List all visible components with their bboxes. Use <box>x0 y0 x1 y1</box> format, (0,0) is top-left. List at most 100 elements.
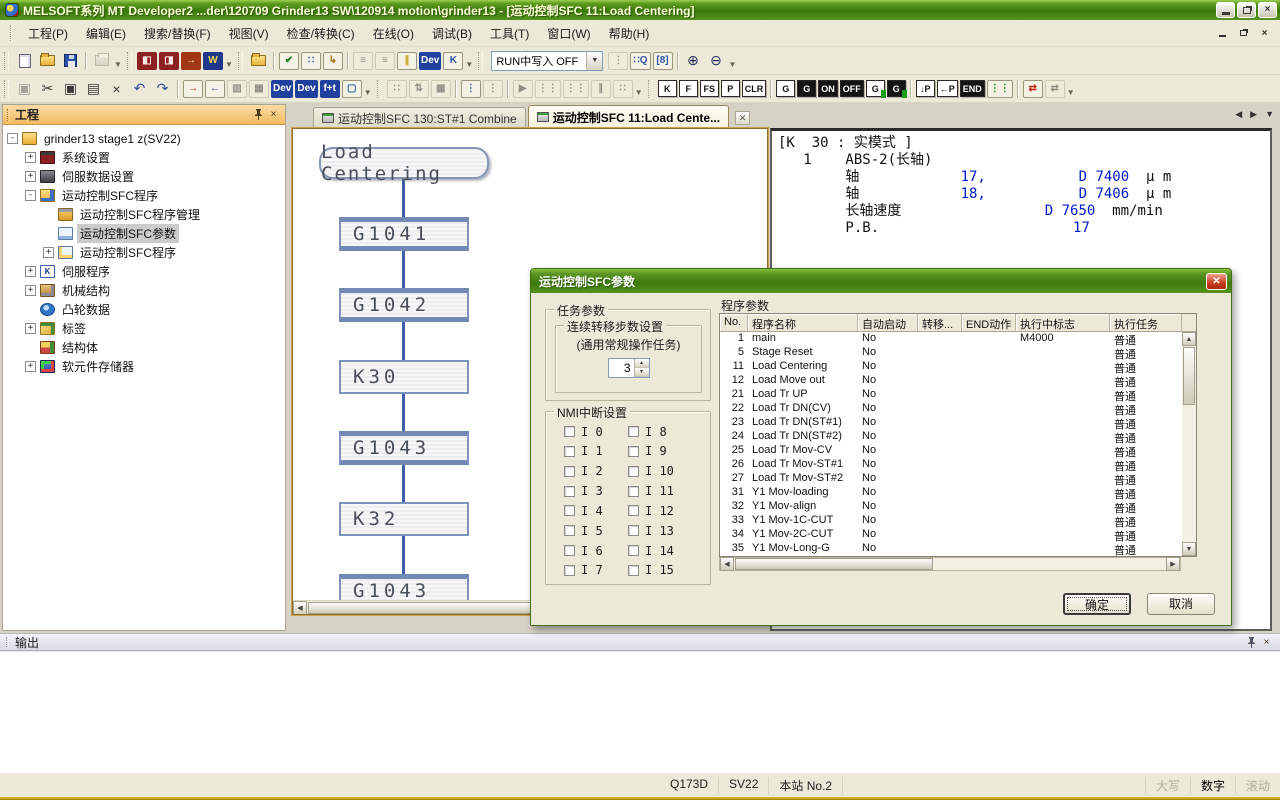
nmi-checkbox-I4[interactable]: I 4 <box>564 503 628 518</box>
sfc-node-g1042[interactable]: G1042 <box>339 288 469 322</box>
device-test-button[interactable]: f+t <box>320 80 340 98</box>
insert-row-button[interactable]: ∥ <box>397 52 417 70</box>
close-button[interactable]: × <box>1258 2 1277 18</box>
toolbar-overflow-icon[interactable]: ▼ <box>224 51 234 71</box>
checkbox-icon[interactable] <box>628 505 639 516</box>
checkbox-icon[interactable] <box>564 545 575 556</box>
checkbox-icon[interactable] <box>628 525 639 536</box>
toolbar-overflow-icon[interactable]: ▼ <box>1066 79 1076 99</box>
tree-expander-icon[interactable]: + <box>25 285 36 296</box>
p-pointer-button[interactable]: P <box>721 80 740 97</box>
table-row[interactable]: 1mainNoM4000普通 <box>720 332 1196 346</box>
nmi-checkbox-I3[interactable]: I 3 <box>564 484 628 499</box>
nmi-checkbox-I10[interactable]: I 10 <box>628 464 692 479</box>
tab-close-icon[interactable]: ✕ <box>735 111 750 125</box>
verify-button[interactable]: ▥ <box>227 80 247 98</box>
clr-button[interactable]: CLR <box>742 80 767 97</box>
device-sort-button[interactable]: K <box>443 52 463 70</box>
sfc-monitor-button[interactable]: ∷ <box>387 80 407 98</box>
copy-button[interactable]: ▣ <box>59 78 82 100</box>
menu-find-replace[interactable]: 搜索/替换(F) <box>135 21 220 46</box>
nmi-checkbox-I15[interactable]: I 15 <box>628 563 692 578</box>
tree-expander-icon[interactable]: + <box>25 266 36 277</box>
checkbox-icon[interactable] <box>564 505 575 516</box>
device-comment-button[interactable]: Dev <box>419 52 441 70</box>
cancel-button[interactable]: 取消 <box>1147 593 1215 615</box>
tab-scroll-left-icon[interactable]: ◀ <box>1235 109 1242 120</box>
column-header-1[interactable]: 程序名称 <box>748 314 858 331</box>
g-shift-button[interactable]: G <box>866 80 885 97</box>
nmi-checkbox-I0[interactable]: I 0 <box>564 424 628 439</box>
table-row[interactable]: 21Load Tr UPNo普通 <box>720 388 1196 402</box>
scroll-down-icon[interactable]: ▼ <box>1182 542 1196 556</box>
step-insert-button[interactable]: ⋮ <box>461 80 481 98</box>
g-transition-button[interactable]: G <box>776 80 795 97</box>
checkbox-icon[interactable] <box>564 446 575 457</box>
step-delete-button[interactable]: ⋮ <box>483 80 503 98</box>
menu-window[interactable]: 窗口(W) <box>538 21 599 46</box>
table-row[interactable]: 33Y1 Mov-1C-CUTNo普通 <box>720 514 1196 528</box>
menu-edit[interactable]: 编辑(E) <box>77 21 135 46</box>
tab-sfc-130[interactable]: 运动控制SFC 130:ST#1 Combine <box>313 107 526 128</box>
tree-expander-icon[interactable]: + <box>25 323 36 334</box>
nmi-checkbox-I6[interactable]: I 6 <box>564 543 628 558</box>
k-program-button[interactable]: K <box>658 80 677 97</box>
table-row[interactable]: 5Stage ResetNo普通 <box>720 346 1196 360</box>
checkbox-icon[interactable] <box>628 565 639 576</box>
sfc-node-g1043[interactable]: G1043 <box>339 574 469 600</box>
sfc-node-g1043[interactable]: G1043 <box>339 431 469 465</box>
write-to-cpu-button[interactable]: → <box>181 52 201 70</box>
export-button[interactable]: ↳ <box>323 52 343 70</box>
panel-close-icon[interactable]: × <box>266 108 281 122</box>
table-row[interactable]: 22Load Tr DN(CV)No普通 <box>720 402 1196 416</box>
table-row[interactable]: 24Load Tr DN(ST#2)No普通 <box>720 430 1196 444</box>
paste-button[interactable]: ▤ <box>82 78 105 100</box>
menu-help[interactable]: 帮助(H) <box>600 21 659 46</box>
zoom-in-button[interactable]: ⊕ <box>682 50 705 72</box>
sfc-node-k32[interactable]: K32 <box>339 502 469 536</box>
checkbox-icon[interactable] <box>628 486 639 497</box>
save-project-button[interactable] <box>59 50 82 72</box>
convert-run-button[interactable]: ▶ <box>513 80 533 98</box>
mdi-close-button[interactable]: × <box>1257 27 1272 40</box>
column-header-0[interactable]: No. <box>720 314 748 331</box>
align-branches-button[interactable]: ≡ <box>375 52 395 70</box>
scroll-thumb[interactable] <box>735 558 933 570</box>
monitor-mode-button[interactable]: ◧ <box>137 52 157 70</box>
tree-item-servo-program[interactable]: +K伺服程序 <box>5 262 283 281</box>
fs-control-button[interactable]: FS <box>700 80 719 97</box>
menu-view[interactable]: 视图(V) <box>220 21 278 46</box>
scroll-left-icon[interactable]: ◀ <box>720 557 734 571</box>
tree-expander-icon[interactable]: + <box>25 152 36 163</box>
on-button[interactable]: ON <box>818 80 838 97</box>
g-transition-inv-button[interactable]: G <box>797 80 816 97</box>
g-shift-inv-button[interactable]: G <box>887 80 906 97</box>
tree-item-sfc-program-folder[interactable]: -运动控制SFC程序 <box>5 186 283 205</box>
spinner-down-icon[interactable]: ▼ <box>635 368 649 377</box>
table-row[interactable]: 11Load CenteringNo普通 <box>720 360 1196 374</box>
sfc-node-g1041[interactable]: G1041 <box>339 217 469 251</box>
tree-item-root[interactable]: -grinder13 stage1 z(SV22) <box>5 129 283 148</box>
table-row[interactable]: 12Load Move outNo普通 <box>720 374 1196 388</box>
align-steps-button[interactable]: ≡ <box>353 52 373 70</box>
shift-back-button[interactable]: ⇄ <box>1045 80 1065 98</box>
tab-sfc-11[interactable]: 运动控制SFC 11:Load Cente... <box>528 105 729 128</box>
device-search-button[interactable]: ∷Q <box>630 52 650 70</box>
redo-button[interactable]: ↷ <box>151 78 174 100</box>
toolbar-overflow-icon[interactable]: ▼ <box>363 79 373 99</box>
select-mode-button[interactable]: ▣ <box>13 78 36 100</box>
device-search-monitor-button[interactable]: Dev <box>295 80 317 98</box>
relay-assignment-button[interactable]: ∷ <box>301 52 321 70</box>
spinner-up-icon[interactable]: ▲ <box>635 359 649 368</box>
toolbar-grip[interactable] <box>478 52 483 70</box>
panel-close-icon[interactable]: × <box>1259 635 1274 649</box>
table-row[interactable]: 34Y1 Mov-2C-CUTNo普通 <box>720 528 1196 542</box>
menu-online[interactable]: 在线(O) <box>364 21 423 46</box>
tree-item-structure[interactable]: 结构体 <box>5 338 283 357</box>
column-header-3[interactable]: 转移... <box>918 314 962 331</box>
mdi-minimize-button[interactable] <box>1215 27 1230 40</box>
tree-item-system-settings[interactable]: +系统设置 <box>5 148 283 167</box>
tree-item-device-memory[interactable]: +软元件存储器 <box>5 357 283 376</box>
menu-project[interactable]: 工程(P) <box>19 21 77 46</box>
project-check-button[interactable]: ✔ <box>279 52 299 70</box>
